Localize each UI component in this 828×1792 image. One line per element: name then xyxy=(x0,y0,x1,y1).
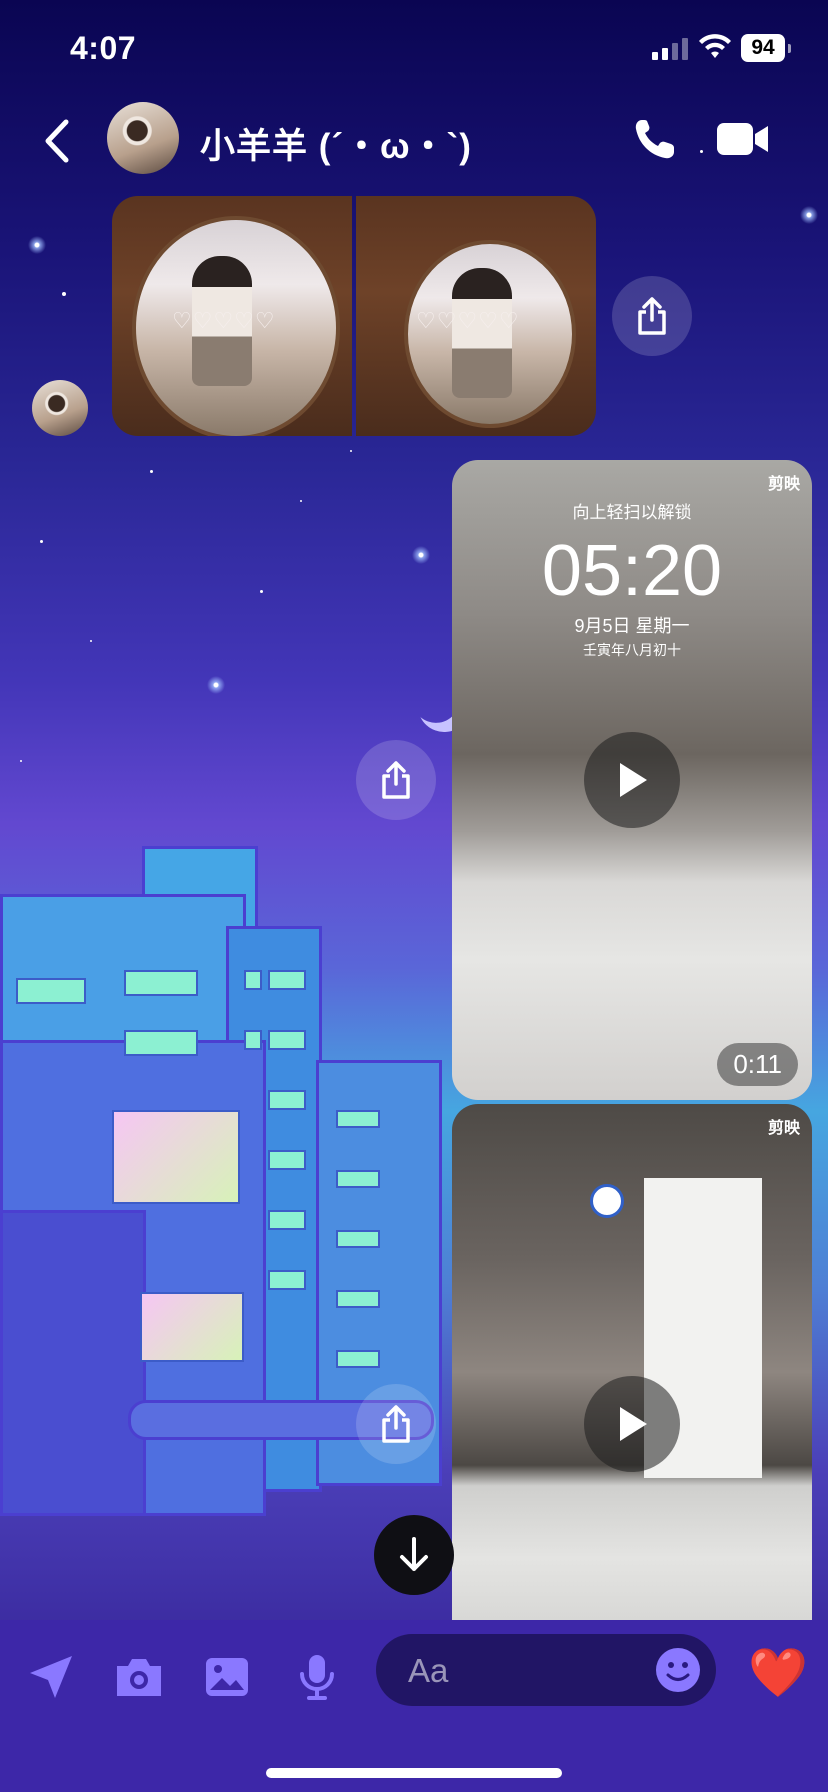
home-indicator-area xyxy=(0,1730,828,1792)
star xyxy=(150,470,153,473)
wifi-icon xyxy=(699,34,731,58)
play-button[interactable] xyxy=(584,732,680,828)
video-message[interactable]: 剪映 向上轻扫以解锁 05:20 9月5日 星期一 壬寅年八月初十 0:11 xyxy=(452,460,812,1100)
share-icon xyxy=(638,297,666,335)
share-icon xyxy=(382,761,410,799)
message-input-placeholder: Aa xyxy=(408,1652,449,1689)
photo-hearts-overlay: ♡♡♡♡♡ xyxy=(172,308,276,333)
contact-avatar[interactable] xyxy=(107,102,179,174)
emoji-icon[interactable] xyxy=(654,1646,702,1694)
heart-like-button[interactable]: ❤️ xyxy=(748,1646,808,1702)
voice-button[interactable] xyxy=(290,1650,344,1704)
star xyxy=(90,640,92,642)
cellular-signal-icon xyxy=(652,38,688,60)
video-message[interactable]: 剪映 xyxy=(452,1104,812,1620)
lock-clock: 05:20 xyxy=(541,531,723,611)
star-sparkle xyxy=(207,676,225,694)
play-icon xyxy=(620,763,647,797)
microphone-icon xyxy=(300,1655,334,1700)
video-call-icon[interactable] xyxy=(716,120,770,158)
star-sparkle xyxy=(412,546,430,564)
chat-header: 小羊羊 (´・ω・`) xyxy=(0,100,828,190)
star xyxy=(350,450,352,452)
scroll-to-bottom-button[interactable] xyxy=(374,1515,454,1595)
battery-indicator: 94 xyxy=(741,34,791,62)
wall-clock xyxy=(590,1184,624,1218)
location-button[interactable] xyxy=(24,1650,78,1704)
play-button[interactable] xyxy=(584,1376,680,1472)
back-chevron-icon[interactable] xyxy=(36,116,80,166)
sender-avatar[interactable] xyxy=(32,380,88,436)
star xyxy=(62,292,66,296)
camera-button[interactable] xyxy=(112,1650,166,1704)
home-indicator xyxy=(266,1768,562,1778)
capcut-watermark: 剪映 xyxy=(767,476,800,493)
contact-name[interactable]: 小羊羊 (´・ω・`) xyxy=(200,118,472,169)
photo-message[interactable]: ♡♡♡♡♡ ♡♡♡♡♡ xyxy=(112,196,596,436)
photo-thumbnail[interactable]: ♡♡♡♡♡ xyxy=(356,196,596,436)
share-button[interactable] xyxy=(356,740,436,820)
status-time: 4:07 xyxy=(70,30,137,66)
share-button[interactable] xyxy=(356,1384,436,1464)
phone-call-icon[interactable] xyxy=(632,116,678,162)
camera-icon xyxy=(117,1659,161,1696)
photo-thumbnail[interactable]: ♡♡♡♡♡ xyxy=(112,196,352,436)
capcut-watermark: 剪映 xyxy=(767,1120,800,1137)
message-input[interactable]: Aa xyxy=(376,1634,716,1706)
share-button[interactable] xyxy=(612,276,692,356)
lock-lunar-date: 壬寅年八月初十 xyxy=(583,642,681,658)
star-sparkle xyxy=(28,236,46,254)
lock-date: 9月5日 星期一 xyxy=(574,616,690,636)
star xyxy=(260,590,263,593)
share-icon xyxy=(382,1405,410,1443)
play-icon xyxy=(620,1407,647,1441)
status-bar: 4:07 94 xyxy=(0,0,828,100)
location-arrow-icon xyxy=(30,1656,72,1698)
star-sparkle xyxy=(800,206,818,224)
video-duration: 0:11 xyxy=(717,1043,798,1086)
image-icon xyxy=(206,1658,248,1696)
arrow-down-icon xyxy=(400,1537,428,1571)
message-composer: Aa ❤️ xyxy=(0,1620,828,1730)
gallery-button[interactable] xyxy=(200,1650,254,1704)
star xyxy=(20,760,22,762)
star xyxy=(300,500,302,502)
lock-hint: 向上轻扫以解锁 xyxy=(572,503,692,522)
photo-hearts-overlay: ♡♡♡♡♡ xyxy=(416,308,520,333)
star xyxy=(40,540,43,543)
